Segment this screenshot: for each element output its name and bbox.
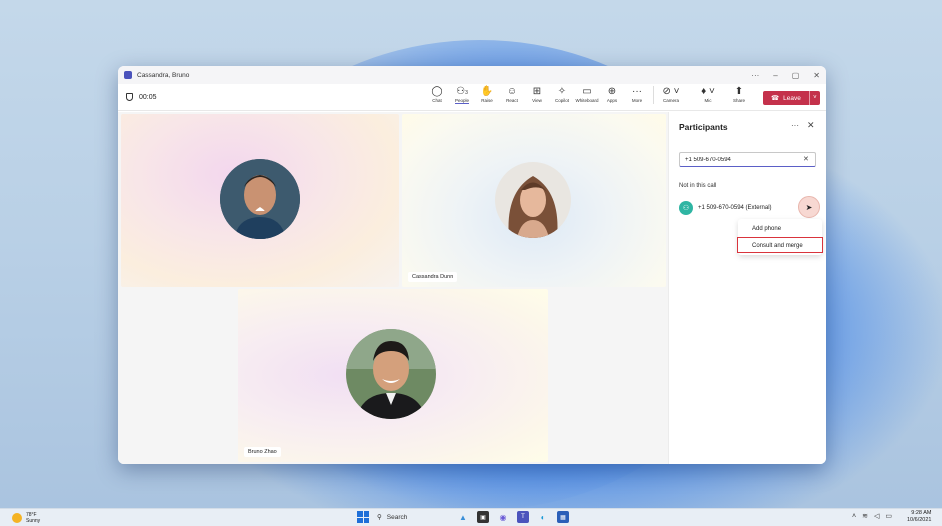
menu-item-add-phone[interactable]: Add phone	[738, 221, 822, 237]
teams-logo-icon	[124, 71, 132, 79]
timer-text: 00:05	[139, 93, 157, 101]
edge-icon[interactable]: ◐	[537, 511, 549, 523]
mic-button[interactable]: ♦ ˅ Mic	[695, 86, 721, 104]
participant-avatar	[346, 329, 436, 419]
maximize-button[interactable]: ▢	[792, 71, 800, 80]
title-bar: Cassandra, Bruno ··· – ▢ ✕	[118, 66, 826, 84]
view-button[interactable]: ⊞ View	[524, 86, 550, 104]
copilot-button[interactable]: ✧ Copilot	[549, 86, 575, 104]
participant-name-tag: Cassandra Dunn	[408, 272, 458, 282]
volume-icon[interactable]: ◁	[874, 512, 879, 520]
battery-icon[interactable]: ▭	[885, 512, 892, 520]
people-icon: ⚇3	[456, 86, 468, 97]
leave-control: ☎ Leave ˅	[763, 91, 820, 105]
meeting-toolbar: 00:05 ◯ Chat ⚇3 People ✋ Raise ☺ React ⊞…	[118, 84, 826, 111]
section-heading: Not in this call	[679, 183, 717, 189]
wifi-icon[interactable]: ≋	[862, 512, 868, 520]
start-button[interactable]	[357, 511, 369, 523]
sun-icon	[12, 513, 22, 523]
participant-tile[interactable]	[121, 114, 399, 287]
camera-off-icon: ⊘ ˅	[662, 86, 680, 97]
participant-search-input[interactable]	[679, 152, 816, 167]
taskbar-apps: ⚲ Search ▲ ▣ ◉ T ◐ ▦	[357, 511, 569, 523]
participant-tile[interactable]: Cassandra Dunn	[402, 114, 666, 287]
mic-icon: ♦ ˅	[701, 86, 715, 97]
chat-button[interactable]: ◯ Chat	[424, 86, 450, 104]
react-button[interactable]: ☺ React	[499, 86, 525, 104]
store-icon[interactable]: ▦	[557, 511, 569, 523]
search-icon: ⚲	[377, 514, 382, 521]
weather-desc: Sunny	[26, 518, 41, 524]
participant-avatar	[495, 162, 571, 238]
participant-avatar	[220, 159, 300, 239]
chat-icon: ◯	[431, 86, 443, 97]
teams-app-icon[interactable]: T	[517, 511, 529, 523]
window-title: Cassandra, Bruno	[137, 71, 190, 79]
chevron-up-icon[interactable]: ˄	[852, 513, 856, 520]
chat-app-icon[interactable]: ◉	[497, 511, 509, 523]
widgets-icon[interactable]: ▲	[457, 511, 469, 523]
clock[interactable]: 9:28 AM 10/6/2021	[907, 510, 931, 524]
more-icon: ···	[632, 86, 642, 97]
task-view-icon[interactable]: ▣	[477, 511, 489, 523]
raise-hand-button[interactable]: ✋ Raise	[474, 86, 500, 104]
taskbar: 78°F Sunny ⚲ Search ▲ ▣ ◉ T ◐ ▦ ˄ ≋ ◁ ▭ …	[0, 508, 942, 526]
whiteboard-button[interactable]: ▭ Whiteboard	[574, 86, 600, 104]
close-window-button[interactable]: ✕	[813, 71, 820, 80]
weather-widget[interactable]: 78°F Sunny	[12, 512, 40, 524]
shield-icon	[126, 93, 133, 101]
leave-button[interactable]: ☎ Leave	[763, 91, 809, 105]
share-button[interactable]: ⬆ Share	[726, 86, 752, 104]
toolbar-divider	[653, 86, 654, 104]
whiteboard-icon: ▭	[582, 86, 592, 97]
video-stage: Cassandra Dunn Bruno Zhao	[118, 112, 668, 464]
minimize-button[interactable]: –	[773, 71, 777, 80]
participant-label: +1 509-670-0594 (External)	[698, 205, 772, 211]
leave-options-chevron[interactable]: ˅	[808, 91, 820, 105]
clear-search-icon[interactable]: ✕	[803, 155, 809, 163]
raise-hand-icon: ✋	[480, 86, 494, 97]
toolbar-tools: ◯ Chat ⚇3 People ✋ Raise ☺ React ⊞ View …	[424, 86, 751, 104]
camera-button[interactable]: ⊘ ˅ Camera	[658, 86, 684, 104]
call-timer: 00:05	[126, 93, 157, 101]
external-participant-row[interactable]: ⚇ +1 509-670-0594 (External)	[679, 201, 772, 215]
participant-name-tag: Bruno Zhao	[244, 447, 281, 457]
share-icon: ⬆	[734, 86, 744, 97]
participants-panel: Participants ··· ✕ ✕ Not in this call ⚇ …	[668, 112, 826, 464]
apps-icon: ⊕	[607, 86, 617, 97]
more-button[interactable]: ··· More	[624, 86, 650, 104]
panel-more-button[interactable]: ···	[791, 121, 799, 130]
pointer-cursor-icon[interactable]: ➤	[798, 196, 820, 218]
panel-title: Participants	[679, 122, 728, 132]
apps-button[interactable]: ⊕ Apps	[599, 86, 625, 104]
menu-item-consult-and-merge[interactable]: Consult and merge	[737, 237, 823, 253]
copilot-icon: ✧	[557, 86, 567, 97]
people-button[interactable]: ⚇3 People	[449, 86, 475, 104]
teams-call-window: Cassandra, Bruno ··· – ▢ ✕ 00:05 ◯ Chat …	[118, 66, 826, 464]
react-icon: ☺	[506, 86, 518, 97]
panel-close-button[interactable]: ✕	[807, 120, 815, 131]
participant-tile[interactable]: Bruno Zhao	[238, 289, 548, 462]
participant-context-menu: Add phone Consult and merge	[737, 219, 823, 255]
window-more-button[interactable]: ···	[751, 71, 759, 80]
person-icon: ⚇	[679, 201, 693, 215]
view-icon: ⊞	[532, 86, 542, 97]
phone-hangup-icon: ☎	[771, 95, 780, 102]
taskbar-search[interactable]: ⚲ Search	[377, 513, 449, 522]
system-tray: ˄ ≋ ◁ ▭	[852, 512, 892, 521]
